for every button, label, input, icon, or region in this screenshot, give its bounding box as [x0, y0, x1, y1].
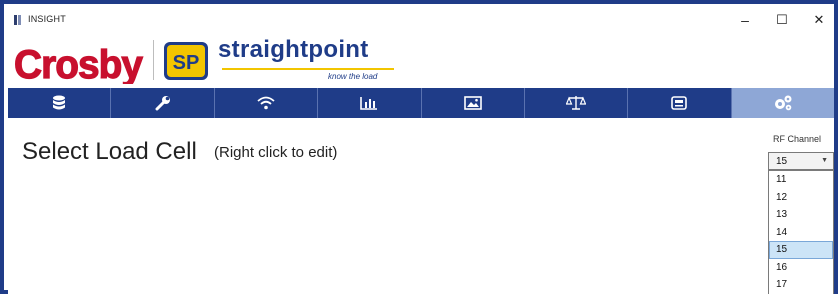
rf-channel-option[interactable]: 17 [769, 276, 833, 294]
tab-images[interactable] [422, 88, 525, 118]
rf-channel-label: RF Channel [773, 134, 822, 144]
maximize-button[interactable]: ☐ [767, 10, 797, 30]
app-icon [14, 15, 24, 25]
rf-channel-option[interactable]: 11 [769, 171, 833, 189]
tab-settings[interactable] [731, 88, 834, 118]
page-title: Select Load Cell [22, 138, 197, 165]
brand-header: Crosby SP straightpoint know the load [8, 32, 834, 88]
rf-channel-option[interactable]: 16 [769, 259, 833, 277]
minimize-button[interactable]: – [730, 10, 760, 30]
display-icon [671, 96, 688, 110]
tab-wireless[interactable] [215, 88, 319, 118]
straightpoint-wordmark: straightpoint [218, 36, 369, 63]
main-content: Select Load Cell (Right click to edit) R… [8, 118, 834, 294]
wireless-icon [257, 96, 275, 110]
bar-chart-icon [360, 97, 378, 110]
tab-charts[interactable] [318, 88, 422, 118]
window-title: INSIGHT [28, 14, 66, 24]
database-icon [53, 95, 66, 110]
rf-channel-option[interactable]: 14 [769, 224, 833, 242]
brand-tagline: know the load [328, 72, 378, 81]
brand-underline [222, 68, 394, 70]
image-icon [463, 96, 482, 110]
nav-bar [8, 88, 834, 118]
brand-divider [153, 40, 154, 80]
close-button[interactable]: ✕ [804, 10, 834, 30]
app-window: INSIGHT – ☐ ✕ Crosby SP straightpoint kn… [0, 0, 838, 294]
rf-channel-option-selected[interactable]: 15 [769, 241, 833, 259]
tab-display[interactable] [628, 88, 732, 118]
title-bar: INSIGHT – ☐ ✕ [8, 8, 834, 32]
scale-icon [566, 96, 587, 110]
tab-database[interactable] [8, 88, 112, 118]
wrench-icon [155, 96, 170, 111]
straightpoint-badge-logo: SP [164, 42, 208, 80]
rf-channel-selected-value: 15 [776, 156, 788, 167]
rf-channel-select[interactable]: 15 ▼ [768, 152, 834, 170]
crosby-logo: Crosby [14, 42, 145, 84]
rf-channel-option[interactable]: 13 [769, 206, 833, 224]
settings-gears-icon [774, 95, 792, 111]
chevron-down-icon: ▼ [821, 157, 828, 164]
tab-tools[interactable] [111, 88, 215, 118]
tab-scale[interactable] [525, 88, 629, 118]
sp-badge-text: SP [173, 52, 200, 74]
rf-channel-option[interactable]: 12 [769, 189, 833, 207]
edit-hint: (Right click to edit) [214, 144, 338, 161]
crosby-wordmark: Crosby [14, 43, 144, 84]
rf-channel-dropdown-list: 11 12 13 14 15 16 17 [768, 170, 834, 294]
